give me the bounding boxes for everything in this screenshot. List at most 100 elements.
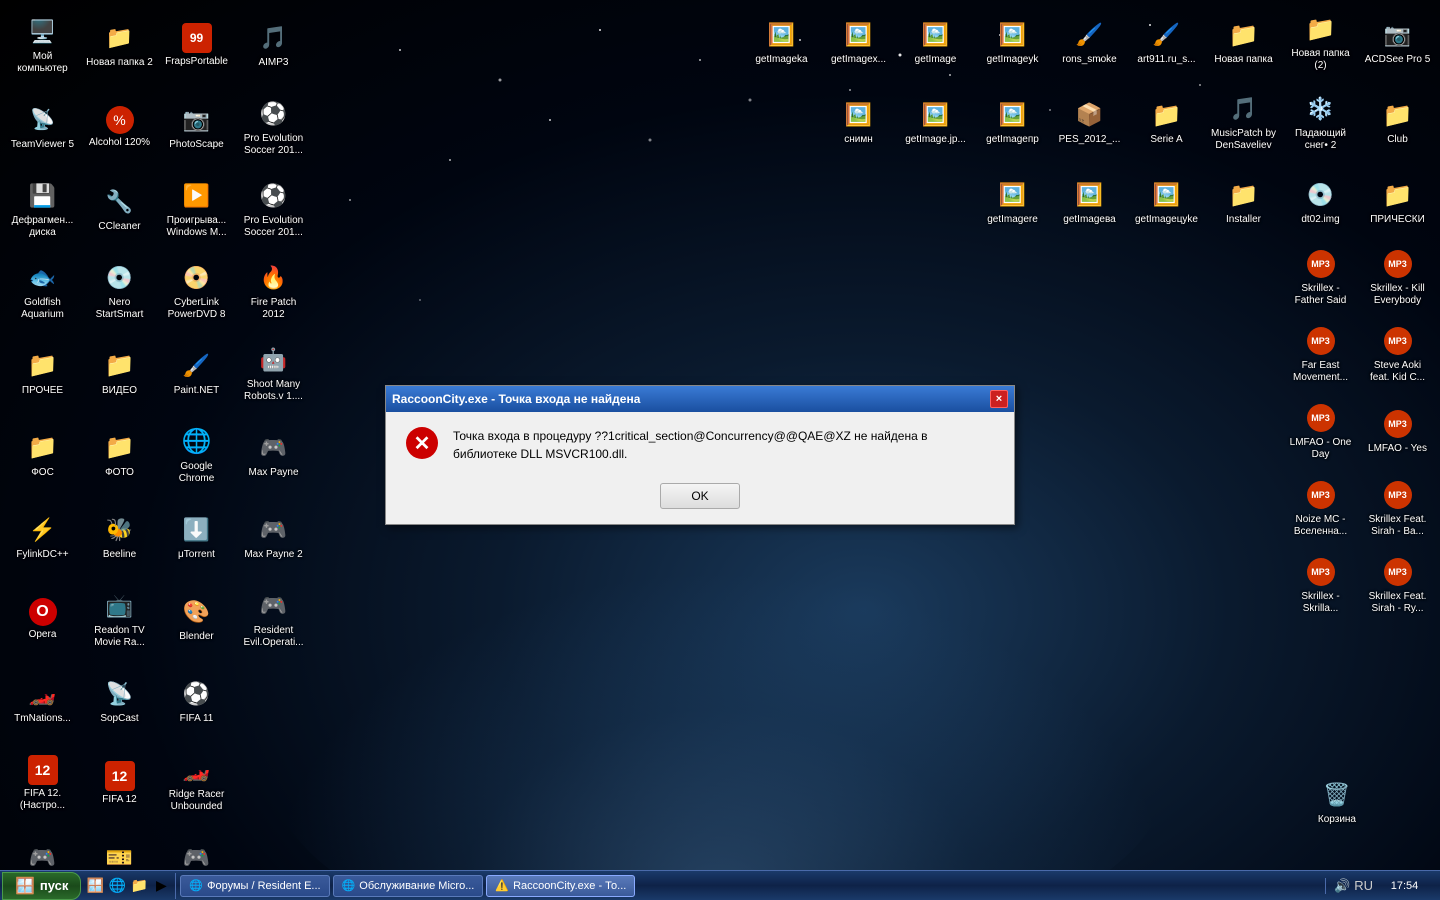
- icon-cyberlink[interactable]: 📀 CyberLink PowerDVD 8: [159, 251, 234, 331]
- icon-maxpayne[interactable]: 🎮 Max Payne: [236, 415, 311, 495]
- icon-club[interactable]: 📁 Club: [1360, 85, 1435, 160]
- icon-recycle-bin[interactable]: 🗑️ Корзина: [1314, 775, 1360, 830]
- icon-acdsee[interactable]: 📷 ACDSee Pro 5: [1360, 5, 1435, 80]
- icon-getimagere[interactable]: 🖼️ getImagere: [975, 165, 1050, 240]
- icon-mp3-skrillex3[interactable]: MP3 Skrillex - Skrilla...: [1283, 548, 1358, 623]
- icon-seriea[interactable]: 📁 Serie A: [1129, 85, 1204, 160]
- icon-opera[interactable]: O Opera: [5, 579, 80, 659]
- icon-musicpatch[interactable]: 🎵 MusicPatch by DenSaveliev: [1206, 85, 1281, 160]
- desktop-mp3-icons: MP3 Skrillex - Father Said MP3 Skrillex …: [1283, 240, 1435, 623]
- icon-getimagex[interactable]: 🖼️ getImagex...: [821, 5, 896, 80]
- icon-maxpayne2[interactable]: 🎮 Max Payne 2: [236, 497, 311, 577]
- icon-mp3-lmfao2[interactable]: MP3 LMFAO - Yes: [1360, 394, 1435, 469]
- tray-network-icon[interactable]: 🔊: [1334, 878, 1350, 894]
- icon-flylink[interactable]: ⚡ FylinkDC++: [5, 497, 80, 577]
- dialog-error-icon: ✕: [406, 427, 438, 459]
- taskbar-task-forum[interactable]: 🌐 Форумы / Resident E...: [180, 875, 329, 897]
- ql-ie-icon[interactable]: 🌐: [107, 876, 127, 896]
- icon-mp3-lmfao1[interactable]: MP3 LMFAO - One Day: [1283, 394, 1358, 469]
- start-button[interactable]: 🪟 пуск: [2, 872, 81, 900]
- icon-ronssmoke[interactable]: 🖌️ rons_smoke: [1052, 5, 1127, 80]
- icon-teamviewer[interactable]: 📡 TeamViewer 5: [5, 87, 80, 167]
- icon-utorrent[interactable]: ⬇️ μTorrent: [159, 497, 234, 577]
- icon-gameranger[interactable]: 🎮 GameRanger: [5, 825, 80, 870]
- icon-mp3-skrillex1[interactable]: MP3 Skrillex - Father Said: [1283, 240, 1358, 315]
- icon-mp3-skrillexsirah[interactable]: MP3 Skrillex Feat. Sirah - Ba...: [1360, 471, 1435, 546]
- icon-ridgeracer[interactable]: 🏎️ Ridge Racer Unbounded: [159, 743, 234, 823]
- icon-getimagepr[interactable]: 🖼️ getImageпр: [975, 85, 1050, 160]
- ql-windows-icon[interactable]: 🪟: [85, 876, 105, 896]
- dialog-body: ✕ Точка входа в процедуру ??1critical_se…: [386, 412, 1014, 524]
- icon-novpapka[interactable]: 📁 Новая папка: [1206, 5, 1281, 80]
- icon-worldoftanks[interactable]: 🎮 World of Tanks: [159, 825, 234, 870]
- icon-pes2012-1[interactable]: ⚽ Pro Evolution Soccer 201...: [236, 87, 311, 167]
- icon-mp3-skrillex2[interactable]: MP3 Skrillex - Kill Everybody: [1360, 240, 1435, 315]
- icon-fos[interactable]: 📁 ФОС: [5, 415, 80, 495]
- icon-new-folder-2[interactable]: 📁 Новая папка 2: [82, 5, 157, 85]
- tray-language[interactable]: RU: [1354, 878, 1373, 893]
- icon-pes2012-zip[interactable]: 📦 PES_2012_...: [1052, 85, 1127, 160]
- ql-folder-icon[interactable]: 📁: [129, 876, 149, 896]
- icon-readon[interactable]: 📺 Readon TV Movie Ra...: [82, 579, 157, 659]
- icon-aimp3[interactable]: 🎵 AIMP3: [236, 5, 311, 85]
- icon-fifa12-setup[interactable]: 12 FIFA 12.(Настро...: [5, 743, 80, 823]
- icon-sopcast[interactable]: 📡 SopCast: [82, 661, 157, 741]
- icon-getimagejp[interactable]: 🖼️ getImage.jp...: [898, 85, 973, 160]
- icon-installer[interactable]: 📁 Installer: [1206, 165, 1281, 240]
- dialog-ok-button[interactable]: OK: [660, 483, 740, 509]
- icon-fraps[interactable]: 99 FrapsPortable: [159, 5, 234, 85]
- icon-getimageka[interactable]: 🖼️ getImageka: [744, 5, 819, 80]
- icon-getimage[interactable]: 🖼️ getImage: [898, 5, 973, 80]
- icon-pricheski[interactable]: 📁 ПРИЧЕСКИ: [1360, 165, 1435, 240]
- desktop-icons-left: 🖥️ Мой компьютер 📁 Новая папка 2 99 Frap…: [5, 5, 311, 870]
- icon-alcohol[interactable]: % Alcohol 120%: [82, 87, 157, 167]
- icon-fifa11[interactable]: ⚽ FIFA 11: [159, 661, 234, 741]
- icon-mp3-skrillexsirah2[interactable]: MP3 Skrillex Feat. Sirah - Ry...: [1360, 548, 1435, 623]
- icon-beeline[interactable]: 🐝 Beeline: [82, 497, 157, 577]
- icon-art911[interactable]: 🖌️ art911.ru_s...: [1129, 5, 1204, 80]
- icon-getimageuke[interactable]: 🖼️ getImageцyke: [1129, 165, 1204, 240]
- icon-snimn[interactable]: 🖼️ снимн: [821, 85, 896, 160]
- icon-fifa12[interactable]: 12 FIFA 12: [82, 743, 157, 823]
- dialog-message: Точка входа в процедуру ??1critical_sect…: [453, 427, 994, 463]
- icon-goldfish[interactable]: 🐟 Goldfish Aquarium: [5, 251, 80, 331]
- taskbar-tray: 🔊 RU 17:54: [1325, 878, 1440, 894]
- taskbar-task-service[interactable]: 🌐 Обслуживание Micro...: [333, 875, 484, 897]
- taskbar-tasks: 🌐 Форумы / Resident E... 🌐 Обслуживание …: [176, 875, 1325, 897]
- icon-getimageyk[interactable]: 🖼️ getImageyk: [975, 5, 1050, 80]
- icon-ticketpatch[interactable]: 🎫 Ticket Patch: [82, 825, 157, 870]
- icon-mp3-fareast[interactable]: MP3 Far East Movement...: [1283, 317, 1358, 392]
- icon-dt02[interactable]: 💿 dt02.img: [1283, 165, 1358, 240]
- taskbar-clock: 17:54: [1377, 880, 1432, 892]
- desktop: 🖥️ Мой компьютер 📁 Новая папка 2 99 Frap…: [0, 0, 1440, 870]
- dialog-title: RaccoonCity.exe - Точка входа не найдена: [392, 392, 990, 406]
- icon-video[interactable]: 📁 ВИДЕО: [82, 333, 157, 413]
- icon-wmplayer[interactable]: ▶️ Проигрыва... Windows M...: [159, 169, 234, 249]
- icon-defrag[interactable]: 💾 Дефрагмен... диска: [5, 169, 80, 249]
- icon-nero[interactable]: 💿 Nero StartSmart: [82, 251, 157, 331]
- icon-chrome[interactable]: 🌐 Google Chrome: [159, 415, 234, 495]
- icon-mp3-steveaoki[interactable]: MP3 Steve Aoki feat. Kid C...: [1360, 317, 1435, 392]
- icon-resident[interactable]: 🎮 Resident Evil.Operati...: [236, 579, 311, 659]
- dialog-close-button[interactable]: ×: [990, 390, 1008, 408]
- icon-prochee[interactable]: 📁 ПРОЧЕЕ: [5, 333, 80, 413]
- icon-foto[interactable]: 📁 ФОТО: [82, 415, 157, 495]
- icon-firepatch[interactable]: 🔥 Fire Patch 2012: [236, 251, 311, 331]
- dialog-window: RaccoonCity.exe - Точка входа не найдена…: [385, 385, 1015, 525]
- icon-ccleaner[interactable]: 🔧 CCleaner: [82, 169, 157, 249]
- dialog-container: RaccoonCity.exe - Точка входа не найдена…: [385, 385, 1015, 525]
- taskbar-task-dialog[interactable]: ⚠️ RaccoonCity.exe - То...: [486, 875, 635, 897]
- icon-my-computer[interactable]: 🖥️ Мой компьютер: [5, 5, 80, 85]
- icon-novpapka2[interactable]: 📁 Новая папка (2): [1283, 5, 1358, 80]
- desktop-icons-right-mid: 🖼️ снимн 🖼️ getImage.jp... 🖼️ getImageпр…: [821, 85, 1435, 160]
- icon-pes2012-2[interactable]: ⚽ Pro Evolution Soccer 201...: [236, 169, 311, 249]
- icon-blender[interactable]: 🎨 Blender: [159, 579, 234, 659]
- icon-getimageva[interactable]: 🖼️ getImageва: [1052, 165, 1127, 240]
- icon-paintnet[interactable]: 🖌️ Paint.NET: [159, 333, 234, 413]
- icon-mp3-noizemc[interactable]: MP3 Noize MC - Вселенна...: [1283, 471, 1358, 546]
- icon-tmnations[interactable]: 🏎️ TmNations...: [5, 661, 80, 741]
- icon-photoscope[interactable]: 📷 PhotoScape: [159, 87, 234, 167]
- icon-shootrobots[interactable]: 🤖 Shoot Many Robots.v 1....: [236, 333, 311, 413]
- ql-media-icon[interactable]: ▶: [151, 876, 171, 896]
- icon-snow[interactable]: ❄️ Падающий снег• 2: [1283, 85, 1358, 160]
